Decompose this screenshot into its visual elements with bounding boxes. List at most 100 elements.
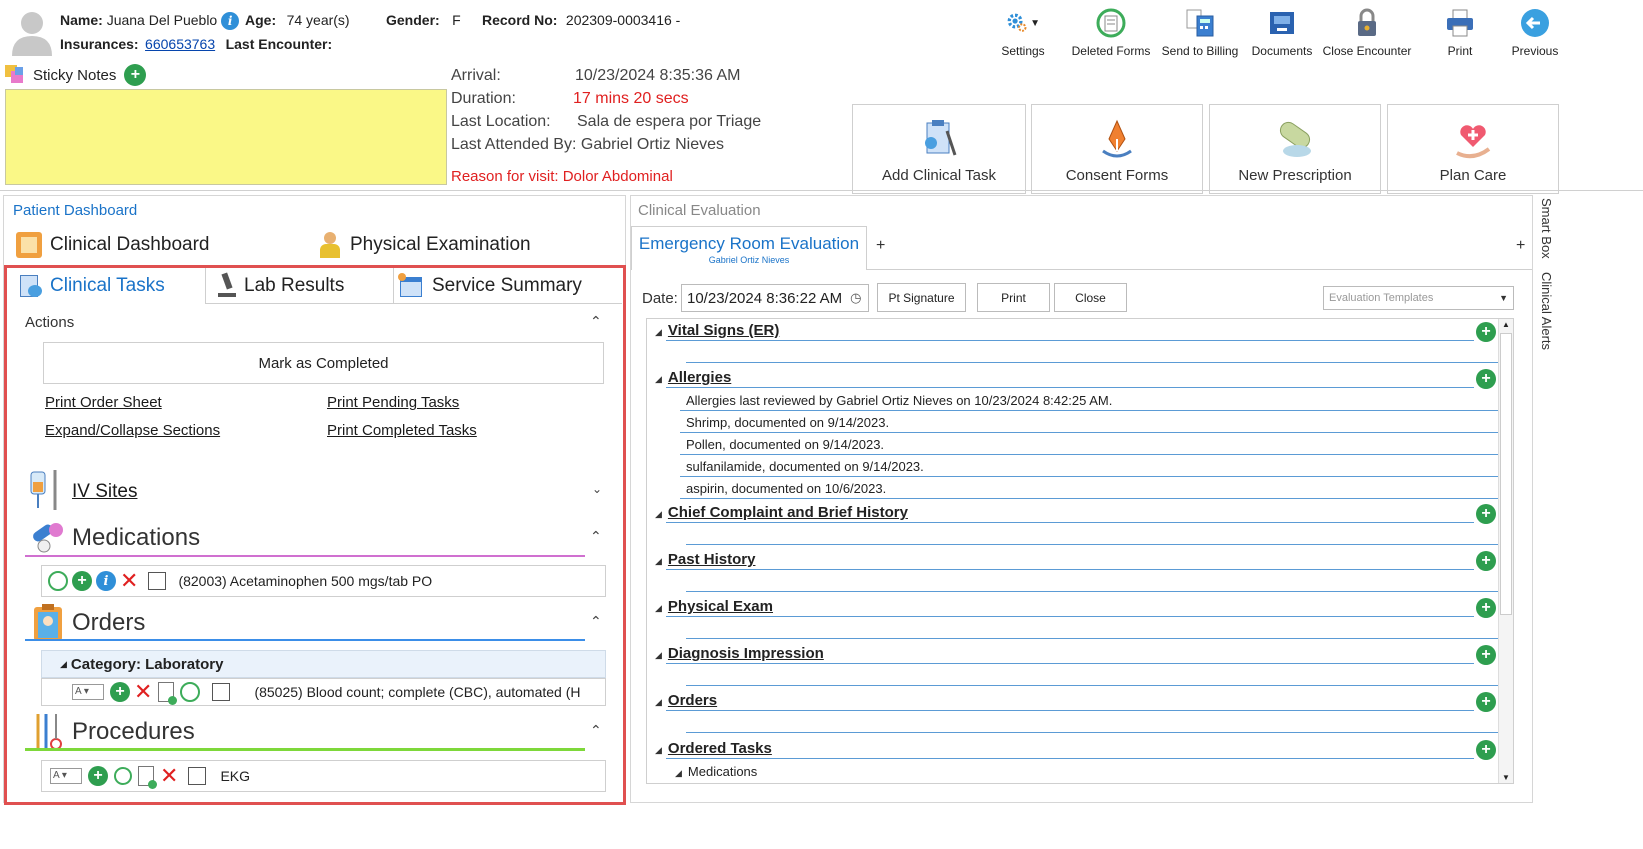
tab-physical-examination[interactable]: Physical Examination (318, 232, 531, 258)
delete-icon[interactable]: ✕ (134, 681, 152, 703)
evaluation-templates-dropdown[interactable]: Evaluation Templates ▼ (1323, 286, 1514, 310)
eval-print-button[interactable]: Print (977, 283, 1050, 312)
section-allergies[interactable]: ◢ Allergies (655, 369, 731, 387)
text-dropdown-icon[interactable]: A ▾ (50, 768, 82, 784)
iv-sites-expand-icon[interactable]: ⌄ (592, 482, 602, 496)
reorder-icon[interactable] (180, 682, 201, 702)
add-tab-button[interactable]: + (876, 237, 885, 255)
date-input[interactable]: 10/23/2024 8:36:22 AM ◷ (681, 284, 869, 312)
collapse-triangle-icon[interactable]: ◢ (655, 697, 662, 707)
order-checkbox[interactable] (212, 683, 231, 701)
deleted-forms-label: Deleted Forms (1071, 44, 1151, 58)
add-physical-exam-icon[interactable]: + (1476, 598, 1496, 618)
add-icon[interactable]: + (88, 766, 108, 786)
mark-as-completed-button[interactable]: Mark as Completed (43, 342, 604, 384)
ordered-tasks-line (666, 758, 1474, 759)
info-icon[interactable]: i (96, 571, 116, 591)
orders-section[interactable]: Orders (72, 609, 145, 637)
tab-service-summary[interactable]: Service Summary (394, 268, 622, 304)
new-prescription-button[interactable]: New Prescription (1209, 104, 1381, 194)
collapse-triangle-icon[interactable]: ◢ (655, 374, 662, 384)
scroll-thumb[interactable] (1500, 333, 1512, 615)
scroll-down-icon[interactable]: ▼ (1502, 773, 1510, 782)
plan-care-button[interactable]: Plan Care (1387, 104, 1559, 194)
scroll-up-icon[interactable]: ▲ (1502, 320, 1510, 329)
section-orders[interactable]: ◢ Orders (655, 692, 717, 710)
add-past-history-icon[interactable]: + (1476, 551, 1496, 571)
delete-icon[interactable]: ✕ (120, 570, 138, 592)
add-chief-complaint-icon[interactable]: + (1476, 504, 1496, 524)
subsection-medications[interactable]: ◢ Medications (675, 764, 757, 779)
smart-box-tab[interactable]: Smart Box (1538, 198, 1558, 262)
collapse-triangle-icon[interactable]: ◢ (655, 745, 662, 755)
add-panel-button[interactable]: + (1516, 237, 1525, 255)
procedure-checkbox[interactable] (188, 767, 207, 785)
add-icon[interactable]: + (110, 682, 130, 702)
collapse-triangle-icon[interactable]: ◢ (675, 768, 682, 778)
settings-button[interactable]: ▼ Settings (978, 6, 1068, 58)
medications-collapse-icon[interactable]: ⌃ (590, 528, 602, 545)
calendar-clock-icon[interactable]: ◷ (850, 290, 861, 306)
section-diagnosis-impression[interactable]: ◢ Diagnosis Impression (655, 645, 824, 663)
procedure-row[interactable]: A ▾ + ✕ EKG (41, 760, 606, 792)
actions-collapse-icon[interactable]: ⌃ (590, 313, 602, 330)
tab-emergency-room-evaluation[interactable]: Emergency Room Evaluation Gabriel Ortiz … (631, 226, 867, 270)
eval-close-button[interactable]: Close (1054, 283, 1127, 312)
section-ordered-tasks[interactable]: ◢ Ordered Tasks (655, 740, 772, 758)
add-sticky-note-icon[interactable]: + (124, 64, 147, 86)
print-order-sheet-link[interactable]: Print Order Sheet (45, 394, 162, 411)
reorder-icon[interactable] (48, 571, 68, 591)
sticky-note-area[interactable] (5, 89, 447, 185)
medications-section[interactable]: Medications (72, 524, 200, 552)
collapse-triangle-icon[interactable]: ◢ (60, 659, 67, 670)
new-prescription-label: New Prescription (1238, 167, 1352, 184)
row-line (680, 410, 1498, 411)
delete-icon[interactable]: ✕ (160, 765, 178, 787)
collapse-triangle-icon[interactable]: ◢ (655, 556, 662, 566)
alarm-clock-icon[interactable] (114, 767, 132, 785)
previous-button[interactable]: Previous (1490, 6, 1580, 58)
procedures-collapse-icon[interactable]: ⌃ (590, 722, 602, 739)
collapse-triangle-icon[interactable]: ◢ (655, 327, 662, 337)
section-past-history[interactable]: ◢ Past History (655, 551, 755, 569)
section-chief-complaint[interactable]: ◢ Chief Complaint and Brief History (655, 504, 908, 522)
category-header[interactable]: ◢ Category: Laboratory (41, 650, 606, 678)
collapse-triangle-icon[interactable]: ◢ (655, 509, 662, 519)
print-pending-tasks-link[interactable]: Print Pending Tasks (327, 394, 459, 411)
deleted-forms-button[interactable]: Deleted Forms (1066, 6, 1156, 58)
info-icon[interactable]: i (221, 12, 240, 31)
order-row[interactable]: A ▾ + ✕ (85025) Blood count; complete (C… (41, 678, 606, 706)
document-add-icon[interactable] (138, 766, 157, 789)
add-vital-signs-icon[interactable]: + (1476, 322, 1496, 342)
close-encounter-button[interactable]: Close Encounter (1322, 6, 1412, 58)
orders-collapse-icon[interactable]: ⌃ (590, 613, 602, 630)
add-diagnosis-icon[interactable]: + (1476, 645, 1496, 665)
tab-clinical-dashboard[interactable]: Clinical Dashboard (16, 232, 209, 258)
tab-lab-results[interactable]: Lab Results (206, 268, 394, 304)
clinical-alerts-tab[interactable]: Clinical Alerts (1538, 272, 1558, 354)
text-dropdown-icon[interactable]: A ▾ (72, 684, 104, 700)
print-completed-tasks-link[interactable]: Print Completed Tasks (327, 422, 477, 439)
add-clinical-task-button[interactable]: Add Clinical Task (852, 104, 1026, 194)
expand-collapse-link[interactable]: Expand/Collapse Sections (45, 422, 220, 439)
iv-sites-section[interactable]: IV Sites (72, 481, 137, 503)
add-orders-icon[interactable]: + (1476, 692, 1496, 712)
vertical-scrollbar[interactable]: ▲ ▼ (1498, 319, 1513, 783)
medication-row[interactable]: + i ✕ (82003) Acetaminophen 500 mgs/tab … (41, 565, 606, 597)
insurance-link[interactable]: 660653763 (145, 36, 215, 52)
add-ordered-tasks-icon[interactable]: + (1476, 740, 1496, 760)
tab-clinical-tasks[interactable]: Clinical Tasks (8, 268, 206, 304)
medication-checkbox[interactable] (148, 572, 167, 590)
section-vital-signs[interactable]: ◢ Vital Signs (ER) (655, 322, 779, 340)
add-icon[interactable]: + (72, 571, 92, 591)
documents-button[interactable]: Documents (1237, 6, 1327, 58)
consent-forms-button[interactable]: Consent Forms (1031, 104, 1203, 194)
collapse-triangle-icon[interactable]: ◢ (655, 650, 662, 660)
collapse-triangle-icon[interactable]: ◢ (655, 603, 662, 613)
section-physical-exam[interactable]: ◢ Physical Exam (655, 598, 773, 616)
add-allergies-icon[interactable]: + (1476, 369, 1496, 389)
pt-signature-button[interactable]: Pt Signature (877, 283, 966, 312)
send-to-billing-button[interactable]: Send to Billing (1155, 6, 1245, 58)
document-add-icon[interactable] (158, 682, 178, 705)
procedures-section[interactable]: Procedures (72, 718, 195, 746)
